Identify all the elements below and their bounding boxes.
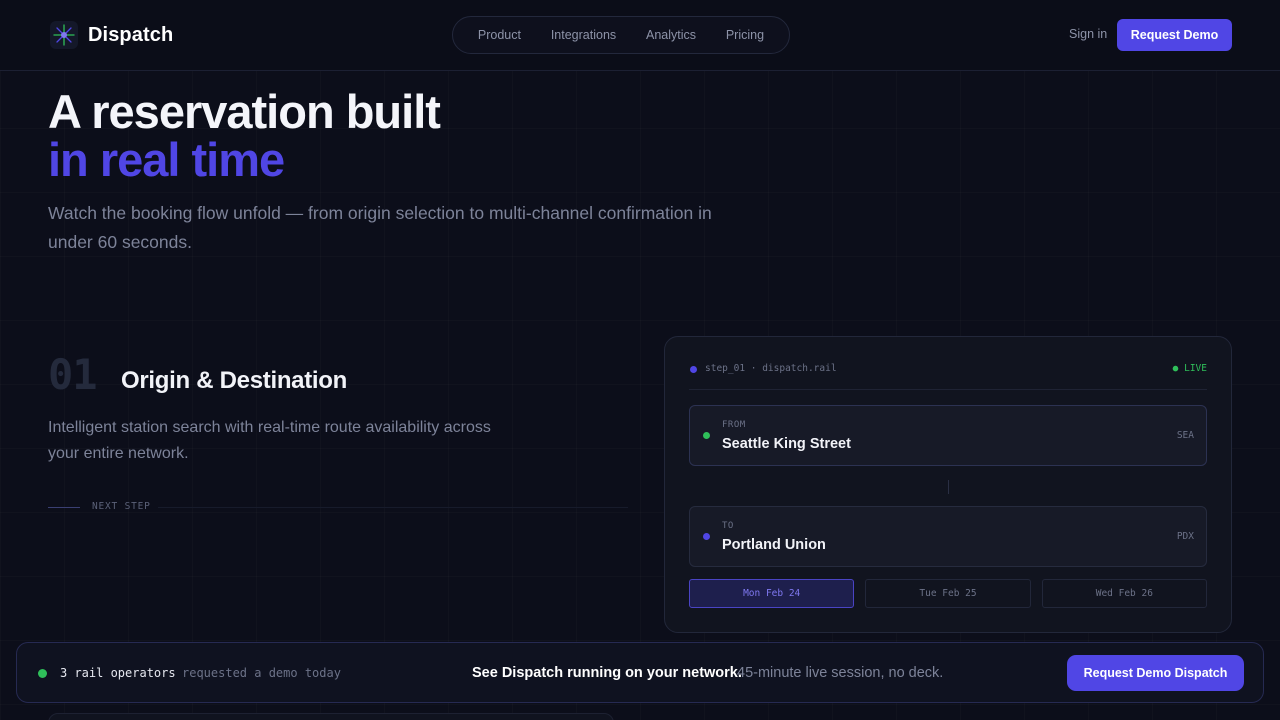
step-description: Intelligent station search with real-tim… [48,419,491,462]
hero-title-line-1: A reservation built [48,85,441,138]
origin-label: FROM [722,420,746,430]
origin-station-code: SEA [1176,430,1194,441]
brand-name[interactable]: Dispatch [88,24,173,47]
destination-station-value: Portland Union [722,537,826,553]
next-section-peek [48,713,614,720]
sign-in-link[interactable]: Sign in [1069,27,1107,41]
hero-title-line-2: in real time [48,133,285,186]
cta-headline: See Dispatch running on your network. [472,665,742,681]
cta-detail: 45-minute live session, no deck. [737,665,944,681]
demo-request-suffix: requested a demo today [182,666,341,680]
nav-item-product[interactable]: Product [478,28,521,42]
date-chip-mon-feb-24[interactable]: Mon Feb 24 [689,579,855,608]
request-demo-button[interactable]: Request Demo [1117,19,1232,51]
radial-spark-logo-icon[interactable] [50,21,78,49]
origin-dot-icon [703,432,710,439]
booking-demo-card: step_01 · dispatch.rail ● LIVE FROM Seat… [664,336,1232,633]
live-status-badge: ● LIVE [1172,363,1207,374]
origin-station-field[interactable]: FROM Seattle King Street SEA [689,405,1207,466]
step-indicator-dot [690,366,697,373]
card-divider [689,389,1207,390]
date-chip-wed-feb-26[interactable]: Wed Feb 26 [1041,579,1207,608]
destination-station-field[interactable]: TO Portland Union PDX [689,506,1207,567]
date-selector: Mon Feb 24 Tue Feb 25 Wed Feb 26 [689,579,1207,608]
activity-dot-icon [38,669,47,678]
request-demo-dispatch-button[interactable]: Request Demo Dispatch [1067,655,1244,691]
step-number: 01 [48,350,98,399]
date-chip-tue-feb-25[interactable]: Tue Feb 25 [865,579,1031,608]
nav-item-integrations[interactable]: Integrations [551,28,616,42]
route-connector [948,480,949,494]
sticky-cta-bar: 3 rail operators requested a demo today … [16,642,1264,703]
demo-request-count: 3 rail operators [60,666,176,680]
site-header: Dispatch Product Integrations Analytics … [0,0,1280,71]
nav-item-pricing[interactable]: Pricing [726,28,764,42]
hero-subtitle: Watch the booking flow unfold — from ori… [48,203,712,252]
next-step-divider [48,507,80,508]
destination-station-code: PDX [1176,531,1194,542]
card-meta-label: step_01 · dispatch.rail [705,363,837,374]
next-step-rule [158,507,628,508]
nav-item-analytics[interactable]: Analytics [646,28,696,42]
next-step-label: NEXT STEP [92,501,151,512]
destination-dot-icon [703,533,710,540]
main-nav: Product Integrations Analytics Pricing [452,16,790,54]
step-title: Origin & Destination [121,367,348,394]
origin-station-value: Seattle King Street [722,436,851,452]
destination-label: TO [722,521,734,531]
